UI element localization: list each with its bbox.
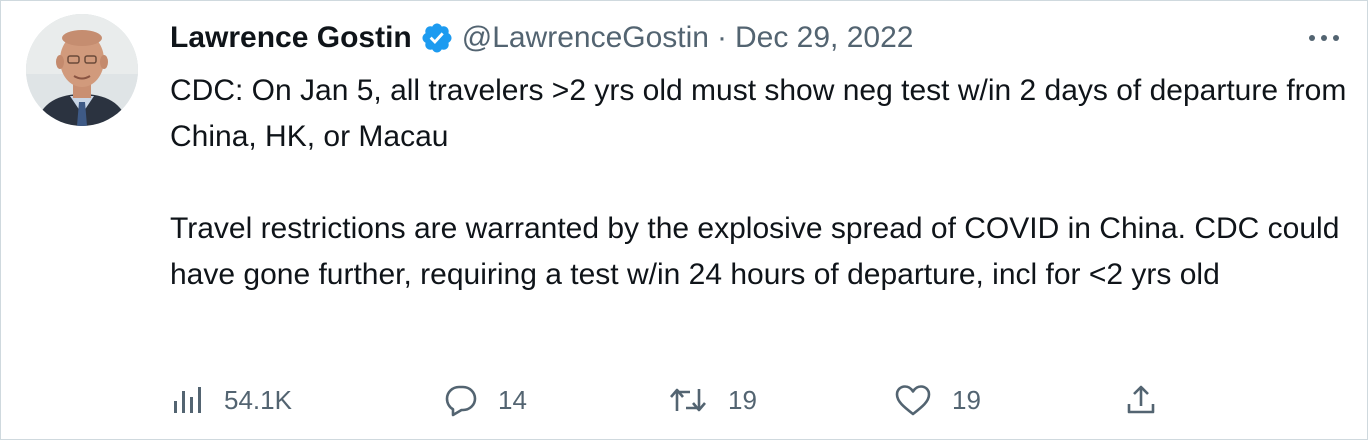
author-name[interactable]: Lawrence Gostin: [170, 18, 412, 58]
analytics-icon: [170, 383, 204, 417]
tweet-date[interactable]: Dec 29, 2022: [735, 18, 913, 58]
like-button[interactable]: 19: [894, 378, 1124, 422]
share-icon: [1124, 383, 1158, 417]
retweet-button[interactable]: 19: [668, 378, 894, 422]
avatar[interactable]: [26, 14, 138, 126]
tweet-text: CDC: On Jan 5, all travelers >2 yrs old …: [170, 68, 1355, 298]
tweet-header: Lawrence Gostin @LawrenceGostin · Dec 29…: [170, 18, 913, 58]
views-count: 54.1K: [224, 384, 292, 415]
reply-count: 14: [498, 384, 527, 415]
like-count: 19: [952, 384, 981, 415]
verified-badge-icon: [420, 21, 454, 55]
share-button[interactable]: [1124, 378, 1158, 422]
action-bar: 54.1K 14 19 19: [170, 378, 1158, 422]
separator-dot: ·: [716, 21, 727, 54]
reply-icon: [444, 383, 478, 417]
more-options-icon[interactable]: [1304, 18, 1344, 58]
heart-icon: [894, 383, 932, 417]
views-button[interactable]: 54.1K: [170, 378, 444, 422]
retweet-icon: [668, 383, 708, 417]
tweet-paragraph: Travel restrictions are warranted by the…: [170, 212, 1340, 291]
author-handle[interactable]: @LawrenceGostin: [462, 18, 709, 58]
reply-button[interactable]: 14: [444, 378, 668, 422]
tweet[interactable]: Lawrence Gostin @LawrenceGostin · Dec 29…: [0, 0, 1370, 442]
tweet-paragraph: CDC: On Jan 5, all travelers >2 yrs old …: [170, 74, 1347, 153]
retweet-count: 19: [728, 384, 757, 415]
